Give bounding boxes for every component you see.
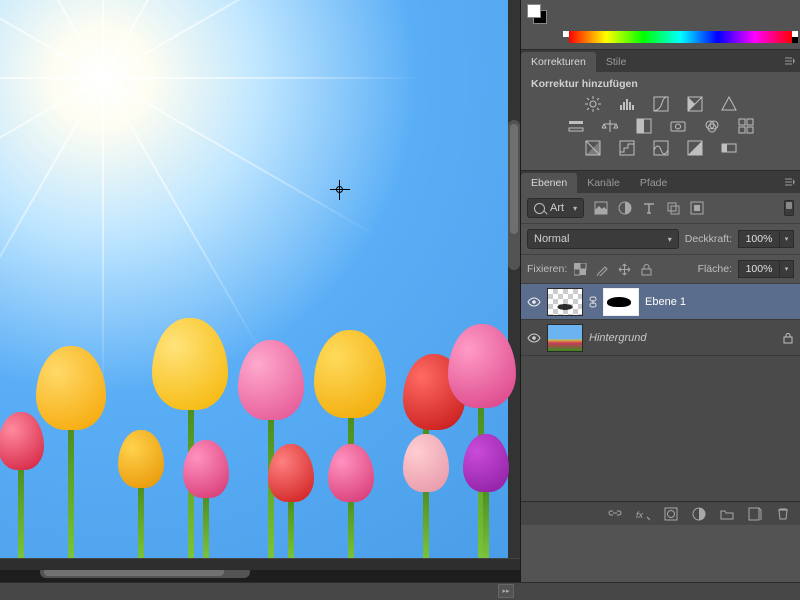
lock-transparency-icon[interactable] — [573, 262, 587, 276]
tab-kanaele[interactable]: Kanäle — [577, 173, 630, 193]
opacity-dropdown-icon[interactable]: ▾ — [780, 230, 794, 248]
invert-icon[interactable] — [584, 140, 602, 156]
lock-pixels-icon[interactable] — [595, 262, 609, 276]
layer-thumbnail[interactable] — [547, 324, 583, 352]
search-icon — [534, 203, 545, 214]
fill-dropdown-icon[interactable]: ▾ — [780, 260, 794, 278]
layers-panel: Ebenen Kanäle Pfade Art ▾ — [521, 171, 800, 600]
new-adjustment-icon[interactable] — [692, 507, 706, 521]
filter-toggle[interactable] — [784, 200, 794, 216]
blend-mode-select[interactable]: Normal ▾ — [527, 229, 679, 249]
color-swatch-panel — [521, 0, 800, 50]
app-bottom-bar: ▸▸ — [0, 582, 800, 600]
gradient-map-icon[interactable] — [686, 140, 704, 156]
filter-kind-value: Art — [550, 202, 564, 214]
color-spectrum-strip[interactable] — [569, 31, 792, 43]
fx-icon[interactable]: fx — [636, 507, 650, 521]
visibility-eye-icon[interactable] — [527, 331, 541, 345]
cursor-crosshair-icon — [330, 180, 350, 200]
layers-panel-footer: fx — [521, 501, 800, 525]
fill-field[interactable]: 100% — [738, 260, 780, 278]
color-balance-icon[interactable] — [601, 118, 619, 134]
filter-smart-icon[interactable] — [690, 201, 704, 215]
vertical-scrollbar[interactable] — [508, 120, 520, 270]
filter-pixel-icon[interactable] — [594, 201, 608, 215]
adjustments-header: Korrektur hinzufügen — [531, 78, 790, 90]
vibrance-icon[interactable] — [720, 96, 738, 112]
layer-filter-kind-select[interactable]: Art ▾ — [527, 198, 584, 218]
svg-text:fx: fx — [636, 510, 644, 520]
blend-mode-value: Normal — [534, 233, 569, 245]
layer-mask-thumbnail[interactable] — [603, 288, 639, 316]
panel-menu-icon[interactable] — [780, 171, 800, 193]
filter-adjust-icon[interactable] — [618, 201, 632, 215]
fill-label: Fläche: — [698, 263, 732, 275]
filter-type-icon[interactable] — [642, 201, 656, 215]
add-mask-icon[interactable] — [664, 507, 678, 521]
layer-row[interactable]: Hintergrund — [521, 320, 800, 356]
brightness-contrast-icon[interactable] — [584, 96, 602, 112]
layer-row[interactable]: Ebene 1 — [521, 284, 800, 320]
layer-list: Ebene 1 Hintergrund — [521, 284, 800, 501]
curves-icon[interactable] — [652, 96, 670, 112]
opacity-field[interactable]: 100% — [738, 230, 780, 248]
adjustments-panel: Korrekturen Stile Korrektur hinzufügen — [521, 50, 800, 171]
posterize-icon[interactable] — [618, 140, 636, 156]
mask-link-icon[interactable] — [589, 296, 597, 308]
exposure-icon[interactable] — [686, 96, 704, 112]
color-lookup-icon[interactable] — [737, 118, 755, 134]
expand-panel-button[interactable]: ▸▸ — [498, 584, 514, 598]
new-layer-icon[interactable] — [748, 507, 762, 521]
link-layers-icon[interactable] — [608, 507, 622, 521]
chevron-down-icon: ▾ — [668, 235, 672, 244]
threshold-icon[interactable] — [652, 140, 670, 156]
new-group-icon[interactable] — [720, 507, 734, 521]
layer-name-label[interactable]: Ebene 1 — [645, 296, 686, 308]
selective-color-icon[interactable] — [720, 140, 738, 156]
canvas-content-flowers — [0, 252, 508, 560]
hue-saturation-icon[interactable] — [567, 118, 585, 134]
panel-menu-icon[interactable] — [780, 50, 800, 72]
right-panel-stack: Korrekturen Stile Korrektur hinzufügen — [520, 0, 800, 600]
lock-all-icon[interactable] — [639, 262, 653, 276]
tab-pfade[interactable]: Pfade — [630, 173, 677, 193]
locked-icon — [782, 332, 794, 344]
black-white-icon[interactable] — [635, 118, 653, 134]
layer-thumbnail[interactable] — [547, 288, 583, 316]
chevron-down-icon: ▾ — [573, 204, 577, 213]
foreground-background-swatch[interactable] — [527, 4, 547, 24]
document-canvas[interactable] — [0, 0, 508, 560]
levels-icon[interactable] — [618, 96, 636, 112]
photo-filter-icon[interactable] — [669, 118, 687, 134]
channel-mixer-icon[interactable] — [703, 118, 721, 134]
layer-name-label[interactable]: Hintergrund — [589, 332, 646, 344]
filter-shape-icon[interactable] — [666, 201, 680, 215]
opacity-label: Deckkraft: — [685, 233, 732, 245]
canvas-status-divider — [0, 558, 520, 570]
tab-stile[interactable]: Stile — [596, 52, 636, 72]
canvas-area[interactable] — [0, 0, 520, 570]
tab-korrekturen[interactable]: Korrekturen — [521, 52, 596, 72]
tab-ebenen[interactable]: Ebenen — [521, 173, 577, 193]
foreground-color-swatch[interactable] — [527, 4, 541, 18]
delete-layer-icon[interactable] — [776, 507, 790, 521]
lock-label: Fixieren: — [527, 263, 567, 275]
lock-position-icon[interactable] — [617, 262, 631, 276]
visibility-eye-icon[interactable] — [527, 295, 541, 309]
